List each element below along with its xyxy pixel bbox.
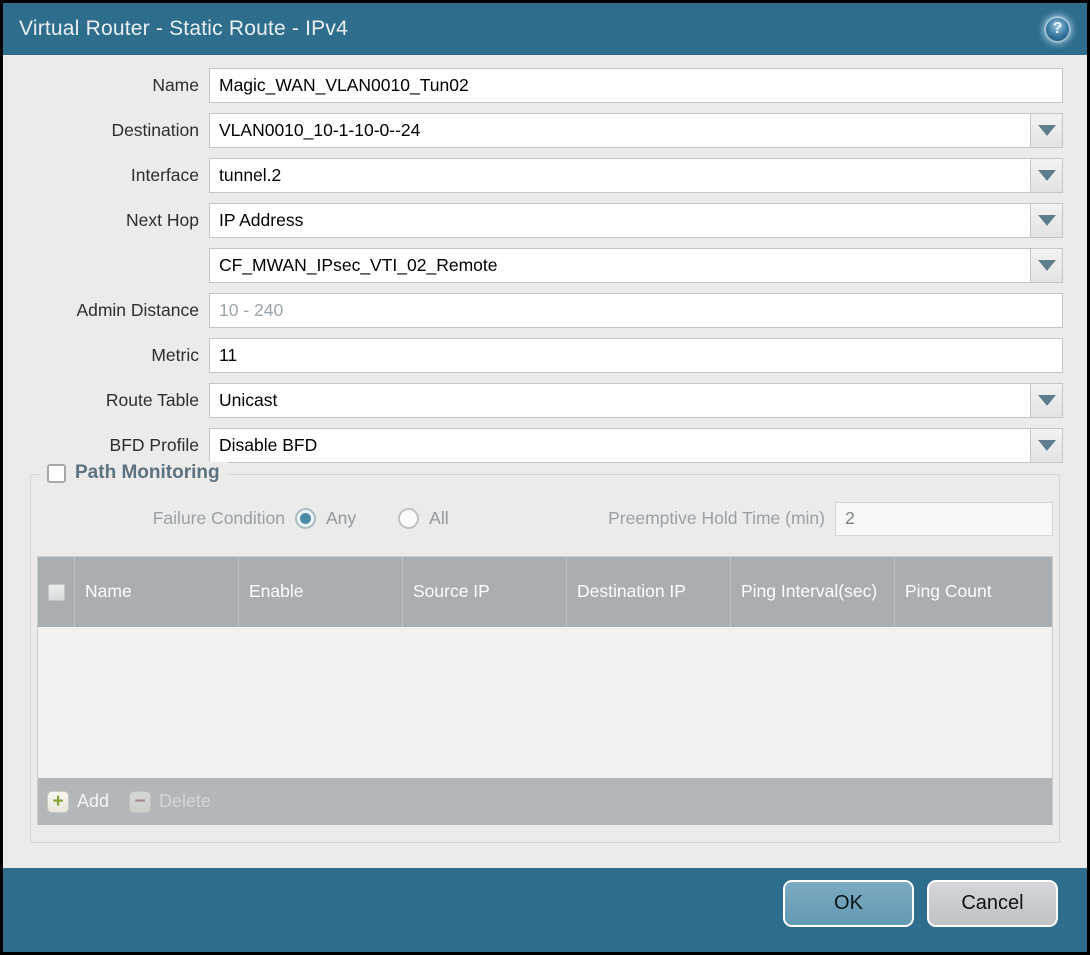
column-header-enable: Enable	[238, 557, 402, 627]
failure-condition-label: Failure Condition	[37, 508, 295, 529]
path-monitoring-title: Path Monitoring	[75, 462, 220, 484]
interface-row: Interface	[27, 158, 1063, 193]
path-monitoring-checkbox[interactable]	[47, 464, 66, 483]
path-monitoring-legend: Path Monitoring	[39, 462, 228, 484]
column-header-name: Name	[74, 557, 238, 627]
radio-selected-dot	[300, 513, 311, 524]
interface-dropdown-button[interactable]	[1030, 158, 1063, 193]
path-monitoring-table: Name Enable Source IP Destination IP Pin…	[37, 556, 1053, 825]
static-route-dialog: Virtual Router - Static Route - IPv4 ? N…	[0, 0, 1090, 955]
destination-input[interactable]	[209, 113, 1031, 148]
radio-any[interactable]	[295, 508, 316, 529]
dialog-content: Name Destination Interface	[3, 55, 1087, 868]
table-header: Name Enable Source IP Destination IP Pin…	[38, 557, 1052, 627]
chevron-down-icon	[1038, 395, 1056, 406]
chevron-down-icon	[1038, 125, 1056, 136]
next-hop-row: Next Hop	[27, 203, 1063, 238]
metric-input[interactable]	[209, 338, 1063, 373]
column-header-source-ip: Source IP	[402, 557, 566, 627]
route-table-dropdown-button[interactable]	[1030, 383, 1063, 418]
metric-row: Metric	[27, 338, 1063, 373]
destination-dropdown-button[interactable]	[1030, 113, 1063, 148]
radio-any-label: Any	[326, 508, 356, 529]
failure-condition-row: Failure Condition Any All Preemptive Hol…	[37, 501, 1053, 536]
path-monitoring-section: Path Monitoring Failure Condition Any Al…	[30, 474, 1060, 843]
radio-all[interactable]	[398, 508, 419, 529]
title-bar: Virtual Router - Static Route - IPv4 ?	[3, 3, 1087, 55]
cancel-button[interactable]: Cancel	[927, 880, 1058, 927]
radio-all-label: All	[429, 508, 448, 529]
route-table-input[interactable]	[209, 383, 1031, 418]
minus-icon: −	[129, 791, 151, 813]
table-toolbar: + Add − Delete	[38, 778, 1052, 825]
select-all-checkbox[interactable]	[48, 584, 65, 601]
failure-condition-any-option: Any	[295, 508, 356, 529]
destination-row: Destination	[27, 113, 1063, 148]
dialog-title: Virtual Router - Static Route - IPv4	[19, 17, 1044, 41]
column-header-destination-ip: Destination IP	[566, 557, 730, 627]
next-hop-label: Next Hop	[27, 210, 209, 231]
add-button-label: Add	[77, 791, 109, 812]
chevron-down-icon	[1038, 440, 1056, 451]
failure-condition-all-option: All	[398, 508, 448, 529]
chevron-down-icon	[1038, 260, 1056, 271]
admin-distance-label: Admin Distance	[27, 300, 209, 321]
preemptive-hold-group: Preemptive Hold Time (min)	[608, 502, 1053, 536]
next-hop-address-row	[27, 248, 1063, 283]
preemptive-hold-input[interactable]	[835, 502, 1053, 536]
dialog-footer: OK Cancel	[3, 868, 1087, 952]
add-button[interactable]: + Add	[47, 791, 109, 813]
name-label: Name	[27, 75, 209, 96]
ok-button[interactable]: OK	[783, 880, 914, 927]
route-table-row: Route Table	[27, 383, 1063, 418]
admin-distance-input[interactable]	[209, 293, 1063, 328]
plus-icon: +	[47, 791, 69, 813]
metric-label: Metric	[27, 345, 209, 366]
interface-input[interactable]	[209, 158, 1031, 193]
interface-label: Interface	[27, 165, 209, 186]
help-icon[interactable]: ?	[1044, 16, 1071, 43]
name-row: Name	[27, 68, 1063, 103]
next-hop-address-dropdown-button[interactable]	[1030, 248, 1063, 283]
bfd-profile-row: BFD Profile	[27, 428, 1063, 463]
delete-button-label: Delete	[159, 791, 211, 812]
next-hop-type-dropdown-button[interactable]	[1030, 203, 1063, 238]
bfd-profile-label: BFD Profile	[27, 435, 209, 456]
bfd-profile-dropdown-button[interactable]	[1030, 428, 1063, 463]
next-hop-address-input[interactable]	[209, 248, 1031, 283]
column-header-ping-interval: Ping Interval(sec)	[730, 557, 894, 627]
table-body-empty	[38, 627, 1052, 778]
bfd-profile-input[interactable]	[209, 428, 1031, 463]
destination-label: Destination	[27, 120, 209, 141]
next-hop-type-input[interactable]	[209, 203, 1031, 238]
admin-distance-row: Admin Distance	[27, 293, 1063, 328]
column-header-ping-count: Ping Count	[894, 557, 1052, 627]
help-glyph: ?	[1053, 20, 1063, 38]
chevron-down-icon	[1038, 215, 1056, 226]
route-table-label: Route Table	[27, 390, 209, 411]
delete-button[interactable]: − Delete	[129, 791, 211, 813]
select-all-cell	[38, 557, 74, 627]
chevron-down-icon	[1038, 170, 1056, 181]
name-input[interactable]	[209, 68, 1063, 103]
preemptive-hold-label: Preemptive Hold Time (min)	[608, 508, 835, 529]
